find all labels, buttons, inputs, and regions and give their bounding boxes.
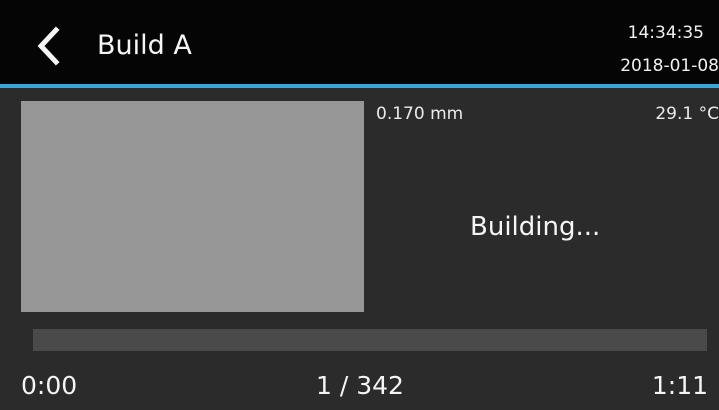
back-button[interactable] <box>28 24 68 68</box>
layer-preview-image <box>21 101 364 312</box>
remaining-time: 1:11 <box>651 371 708 400</box>
layer-counter: 1 / 342 <box>316 371 404 400</box>
build-status-text: Building... <box>470 212 601 242</box>
clock-date: 2018-01-08 <box>620 56 719 76</box>
temperature-readout: 29.1 °C <box>655 104 719 124</box>
elapsed-time: 0:00 <box>21 371 78 400</box>
page-title: Build A <box>97 30 192 61</box>
build-status-screen: Build A 14:34:35 2018-01-08 0.170 mm 29.… <box>0 0 719 410</box>
chevron-left-icon <box>37 26 60 66</box>
clock-time: 14:34:35 <box>627 23 704 43</box>
header-bar: Build A 14:34:35 2018-01-08 <box>0 0 719 84</box>
layer-height-readout: 0.170 mm <box>376 104 464 124</box>
header-accent-divider <box>0 84 719 88</box>
progress-bar <box>33 329 707 351</box>
